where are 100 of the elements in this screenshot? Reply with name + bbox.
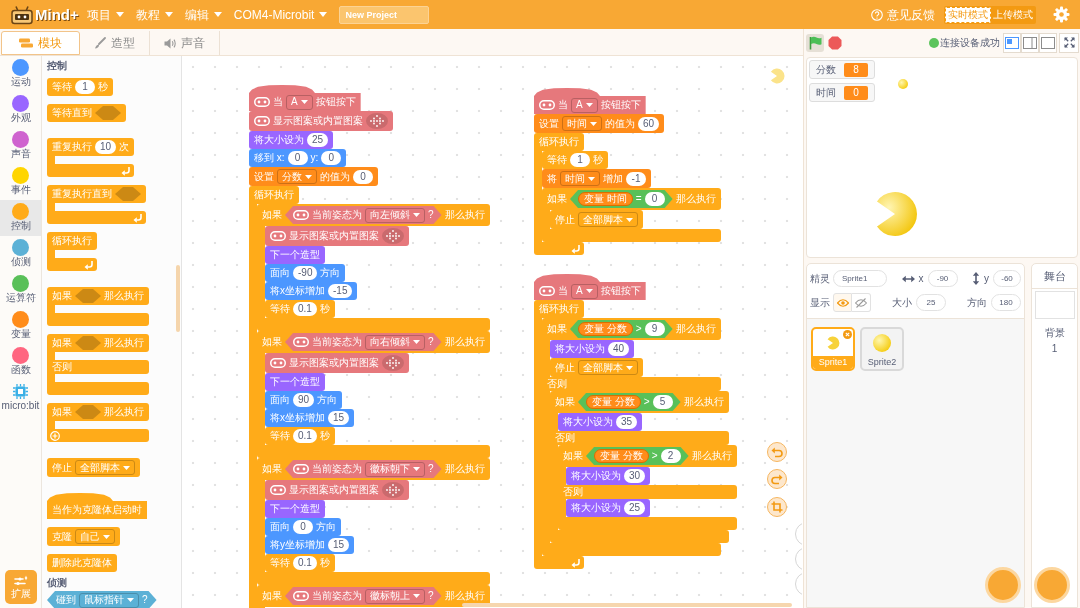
plus-icon[interactable] <box>50 430 60 441</box>
script-block[interactable]: 将x坐标增加 -15 <box>265 282 358 300</box>
c-block-top[interactable]: 如果 变量 分数 > 5 那么执行 <box>550 391 729 413</box>
sprite-tile[interactable]: Sprite2 <box>860 327 904 371</box>
condition-block[interactable]: 变量 分数 > 9 <box>570 320 673 338</box>
condition-slot[interactable] <box>75 289 101 303</box>
editor-tab[interactable]: 造型 <box>80 31 150 55</box>
category-item[interactable]: 运算符 <box>0 272 41 308</box>
script-block[interactable]: 将y坐标增加 15 <box>265 536 355 554</box>
script-block[interactable]: 下一个造型 <box>265 500 325 518</box>
script-block[interactable]: 将大小设为 35 <box>558 413 643 431</box>
number-input[interactable]: 0.1 <box>293 556 317 570</box>
y-field[interactable]: -60 <box>993 270 1021 287</box>
category-item[interactable]: 运动 <box>0 56 41 92</box>
script-block[interactable]: 面向 0 方向 <box>265 518 341 536</box>
category-item[interactable]: 侦测 <box>0 236 41 272</box>
script-block[interactable]: 等待 0.1 秒 <box>265 300 335 318</box>
number-input[interactable]: -15 <box>328 284 353 298</box>
number-input[interactable]: 2 <box>660 449 681 463</box>
stage-size-button[interactable] <box>1039 32 1057 53</box>
redo-button[interactable] <box>767 469 787 489</box>
c-block-top[interactable]: 如果 变量 分数 > 2 那么执行 <box>558 445 737 467</box>
category-item[interactable]: 外观 <box>0 92 41 128</box>
script-block[interactable]: 移到 x: 0 y: 0 <box>249 149 347 167</box>
number-input[interactable]: 15 <box>328 538 350 552</box>
number-input[interactable]: 0.1 <box>293 302 317 316</box>
number-input[interactable]: 0 <box>287 151 308 165</box>
stage-size-button[interactable] <box>1003 32 1021 53</box>
number-input[interactable]: 30 <box>624 469 646 483</box>
condition-slot[interactable] <box>75 336 101 350</box>
number-input[interactable]: 40 <box>608 342 630 356</box>
close-icon[interactable] <box>843 330 852 339</box>
number-input[interactable]: 5 <box>652 395 673 409</box>
condition-block[interactable]: 变量 分数 > 5 <box>578 393 681 411</box>
script-block[interactable]: 设置 时间 的值为 60 <box>534 114 665 133</box>
script-block[interactable]: 设置 分数 的值为 0 <box>249 167 378 186</box>
stage-size-button[interactable] <box>1021 32 1039 53</box>
number-input[interactable]: -1 <box>626 171 646 186</box>
c-block-top[interactable]: 如果 变量 分数 > 9 那么执行 <box>542 318 721 340</box>
script-block[interactable]: 等待 0.1 秒 <box>265 554 335 572</box>
scrollbar-thumb[interactable] <box>462 603 792 607</box>
category-item[interactable]: micro:bit <box>0 380 41 416</box>
led-pattern-icon[interactable] <box>366 113 388 129</box>
direction-field[interactable]: 180 <box>991 294 1021 311</box>
condition-block[interactable]: 变量 时间 = 0 <box>570 190 673 208</box>
number-input[interactable]: 1 <box>75 80 95 94</box>
category-item[interactable]: 控制 <box>0 200 41 236</box>
number-input[interactable]: 0 <box>644 192 665 206</box>
flag-button[interactable] <box>806 33 824 52</box>
editor-tab[interactable]: 声音 <box>150 31 220 55</box>
number-input[interactable]: 10 <box>95 140 117 154</box>
fullscreen-button[interactable] <box>1059 32 1079 53</box>
category-item[interactable]: 函数 <box>0 344 41 380</box>
number-input[interactable]: 0 <box>321 151 342 165</box>
script-block[interactable]: 下一个造型 <box>265 373 325 391</box>
number-input[interactable]: 60 <box>638 116 660 131</box>
scrollbar-thumb[interactable] <box>176 265 180 332</box>
script-block[interactable]: 将大小设为 30 <box>566 467 651 485</box>
number-input[interactable]: 35 <box>616 415 638 429</box>
number-input[interactable]: 0 <box>293 520 313 534</box>
number-input[interactable]: 0 <box>353 169 373 184</box>
script-block[interactable]: 将大小设为 25 <box>566 499 651 517</box>
category-item[interactable]: 声音 <box>0 128 41 164</box>
script-block[interactable]: 面向 -90 方向 <box>265 264 346 282</box>
led-pattern-icon[interactable] <box>382 355 404 371</box>
script-block[interactable]: 等待 1 秒 <box>542 151 608 169</box>
number-input[interactable]: 25 <box>624 501 646 515</box>
number-input[interactable]: 90 <box>293 393 315 407</box>
stop-button[interactable] <box>828 35 842 50</box>
settings-button[interactable] <box>1053 6 1070 23</box>
script-block[interactable]: 下一个造型 <box>265 246 325 264</box>
condition-block[interactable]: 变量 分数 > 2 <box>586 447 689 465</box>
number-input[interactable]: 1 <box>570 153 590 167</box>
number-input[interactable]: 9 <box>644 322 665 336</box>
crop-button[interactable] <box>767 497 787 517</box>
led-pattern-icon[interactable] <box>382 228 404 244</box>
category-item[interactable]: 事件 <box>0 164 41 200</box>
condition-slot[interactable] <box>115 187 141 201</box>
category-item[interactable]: 变量 <box>0 308 41 344</box>
c-block-top[interactable]: 重复执行 10 次 <box>47 138 135 156</box>
number-input[interactable]: -90 <box>293 266 318 280</box>
number-input[interactable]: 25 <box>307 133 329 147</box>
script-block[interactable]: 将x坐标增加 15 <box>265 409 355 427</box>
condition-slot[interactable] <box>95 106 121 120</box>
led-pattern-icon[interactable] <box>382 482 404 498</box>
hide-button[interactable] <box>852 293 871 312</box>
condition-slot[interactable] <box>75 405 101 419</box>
script-block[interactable]: 面向 90 方向 <box>265 391 343 409</box>
x-field[interactable]: -90 <box>927 270 958 287</box>
script-block[interactable]: 等待 0.1 秒 <box>265 427 335 445</box>
script-block[interactable]: 将大小设为 40 <box>550 340 635 358</box>
sprite-name-field[interactable]: Sprite1 <box>833 270 887 287</box>
number-input[interactable]: 0.1 <box>293 429 317 443</box>
undo-button[interactable] <box>767 442 787 462</box>
script-block[interactable]: 等待 1 秒 <box>47 78 113 96</box>
size-field[interactable]: 25 <box>916 294 946 311</box>
script-block[interactable]: 将 时间 增加 -1 <box>542 169 651 188</box>
show-button[interactable] <box>833 293 852 312</box>
c-block-top[interactable]: 如果 变量 时间 = 0 那么执行 <box>542 188 721 210</box>
number-input[interactable]: 15 <box>328 411 350 425</box>
